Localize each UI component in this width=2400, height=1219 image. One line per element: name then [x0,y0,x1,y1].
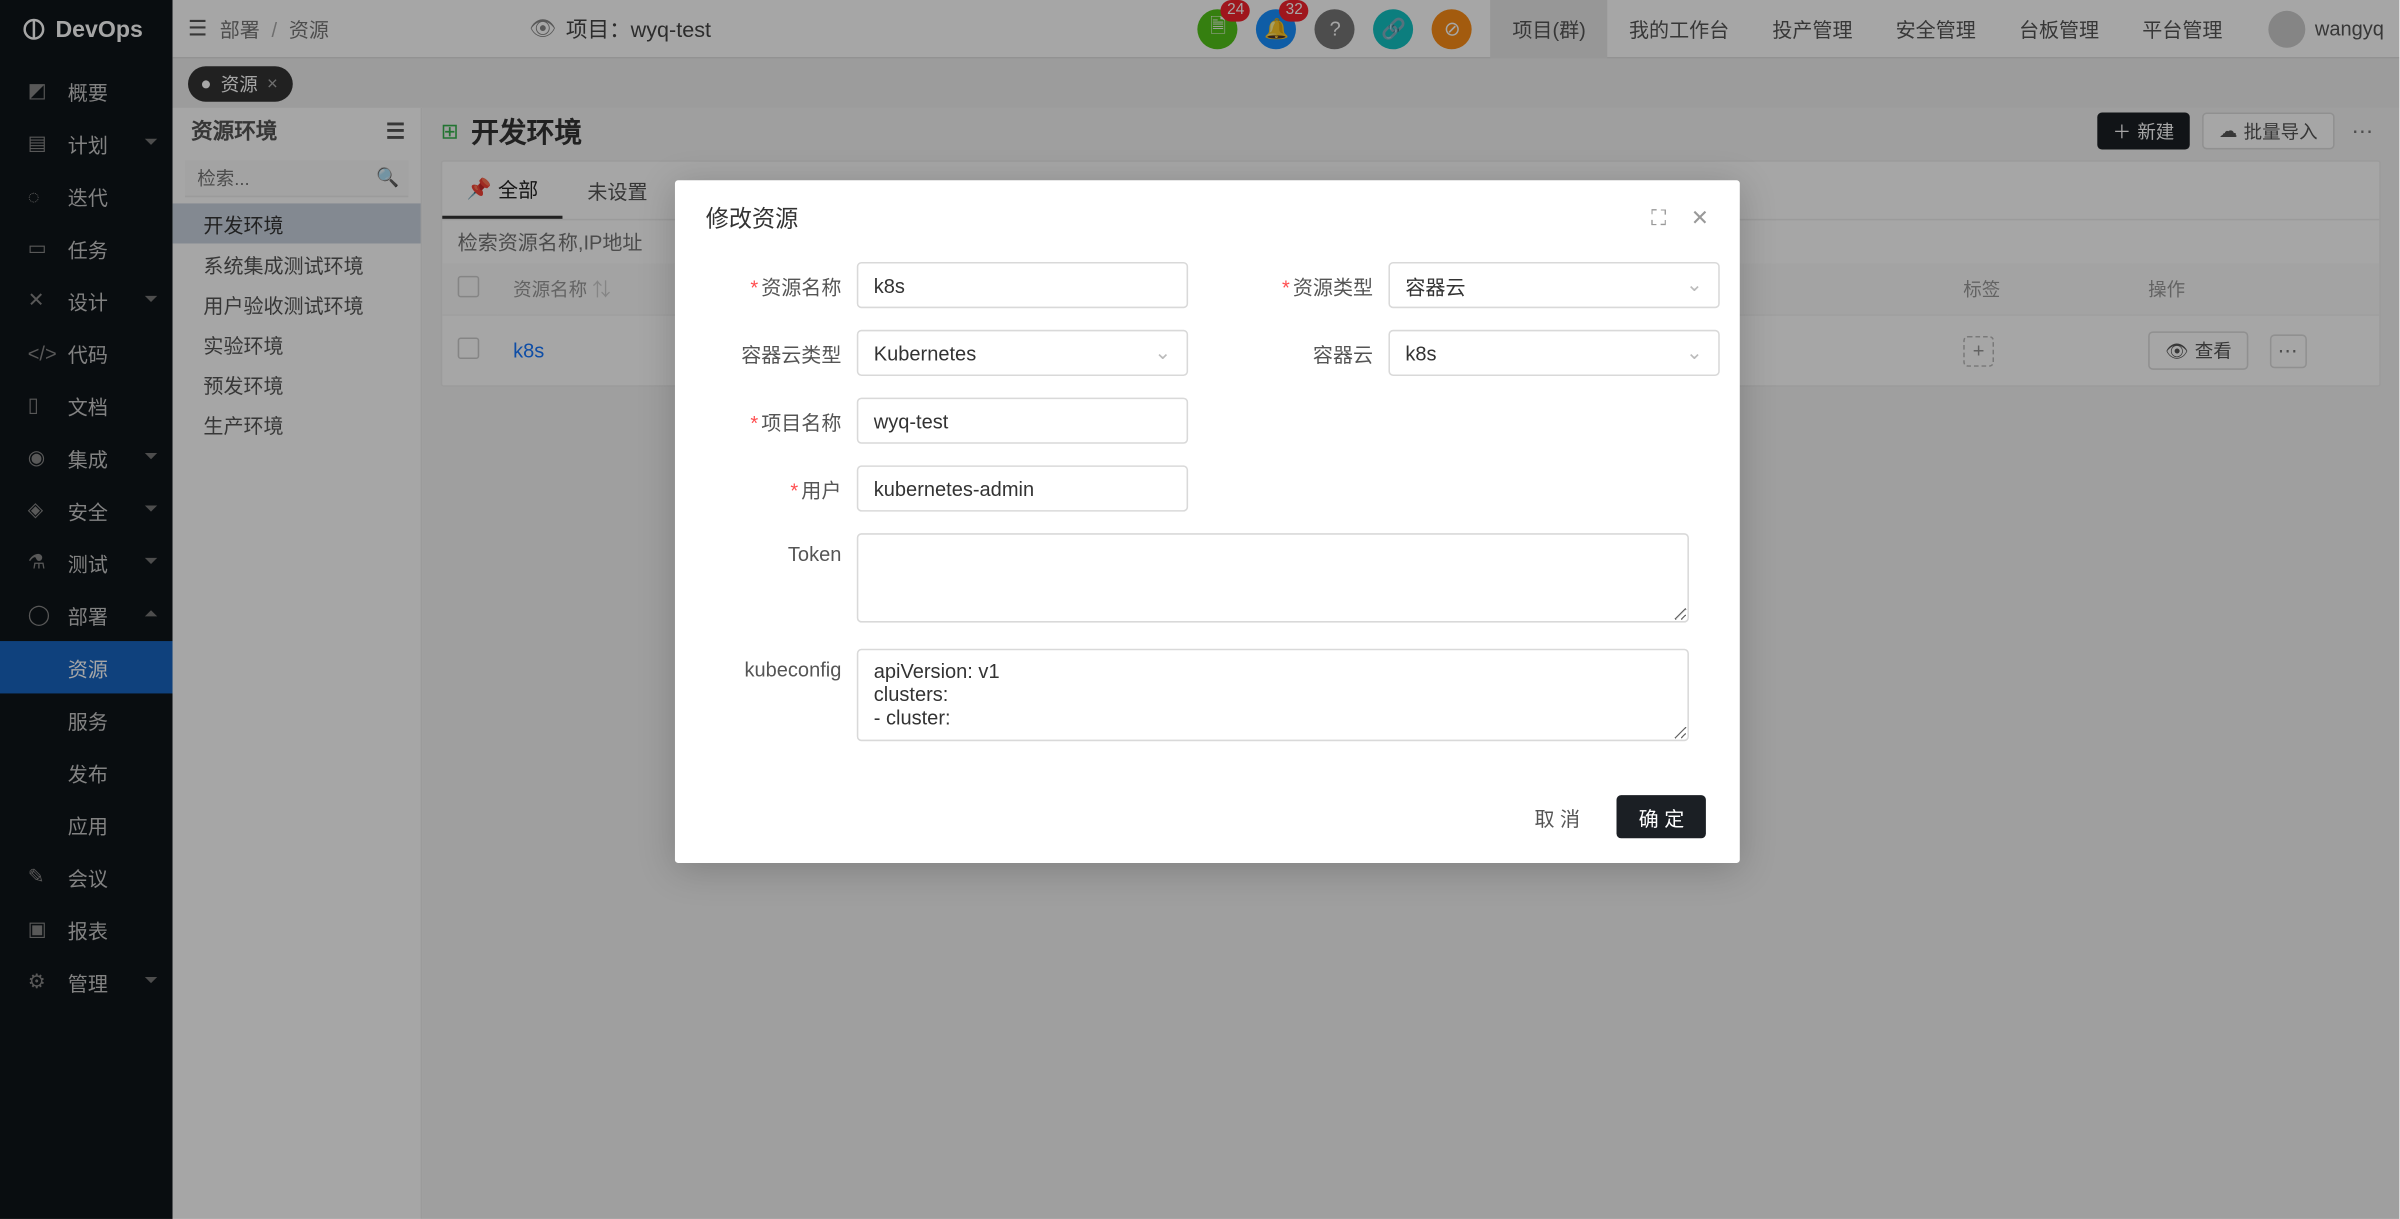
chevron-down-icon: ⌄ [1686,341,1703,366]
textarea-kubeconfig[interactable] [857,649,1689,741]
chevron-down-icon: ⌄ [1686,273,1703,298]
label-resource-type: *资源类型 [1250,262,1389,301]
label-container-cloud-type: 容器云类型 [718,330,857,369]
label-token: Token [718,533,857,565]
chevron-down-icon: ⌄ [1154,341,1171,366]
edit-resource-modal: 修改资源 ⛶ ✕ *资源名称 *资源类型 容器云 ⌄ 容器云类型 [675,180,1740,863]
fullscreen-icon[interactable]: ⛶ [1651,205,1666,231]
label-user: *用户 [718,465,857,504]
label-kubeconfig: kubeconfig [718,649,857,681]
close-icon[interactable]: ✕ [1691,205,1709,231]
label-resource-name: *资源名称 [718,262,857,301]
select-container-cloud[interactable]: k8s ⌄ [1388,330,1719,376]
input-project-name[interactable] [857,398,1188,444]
textarea-token[interactable] [857,533,1689,622]
cancel-button[interactable]: 取 消 [1513,795,1602,838]
modal-title: 修改资源 [706,202,798,234]
input-resource-name[interactable] [857,262,1188,308]
select-container-cloud-type[interactable]: Kubernetes ⌄ [857,330,1188,376]
label-container-cloud: 容器云 [1250,330,1389,369]
input-user[interactable] [857,465,1188,511]
label-project-name: *项目名称 [718,398,857,437]
select-resource-type[interactable]: 容器云 ⌄ [1388,262,1719,308]
confirm-button[interactable]: 确 定 [1617,795,1706,838]
